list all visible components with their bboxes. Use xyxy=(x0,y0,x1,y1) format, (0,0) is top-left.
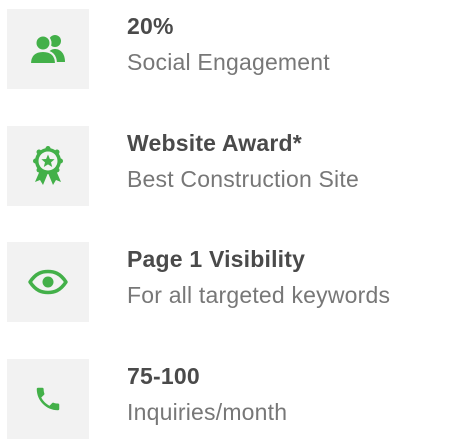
users-icon xyxy=(28,34,65,65)
stat-icon-box xyxy=(7,126,89,206)
stat-label: For all targeted keywords xyxy=(127,282,391,308)
stat-text: 75-100 Inquiries/month xyxy=(127,359,457,427)
stat-item-website-award: Website Award* Best Construction Site xyxy=(0,126,458,206)
stat-item-page-visibility: Page 1 Visibility For all targeted keywo… xyxy=(0,242,458,322)
stat-value: Website Award* xyxy=(127,130,302,156)
award-ribbon-icon xyxy=(33,146,63,185)
stat-value: 20% xyxy=(127,13,174,39)
stat-text: 20% Social Engagement xyxy=(127,9,457,77)
stat-label: Best Construction Site xyxy=(127,166,359,192)
eye-icon xyxy=(28,269,68,295)
stat-item-social-engagement: 20% Social Engagement xyxy=(0,9,458,89)
phone-icon xyxy=(36,387,60,411)
stat-text: Page 1 Visibility For all targeted keywo… xyxy=(127,242,457,310)
stat-item-inquiries: 75-100 Inquiries/month xyxy=(0,359,458,439)
stat-value: Page 1 Visibility xyxy=(127,246,306,272)
stat-icon-box xyxy=(7,242,89,322)
stats-list: 20% Social Engagement Website Award* Bes… xyxy=(0,0,458,439)
stat-icon-box xyxy=(7,359,89,439)
stat-label: Social Engagement xyxy=(127,49,330,75)
stat-text: Website Award* Best Construction Site xyxy=(127,126,457,194)
stat-label: Inquiries/month xyxy=(127,399,288,425)
stat-icon-box xyxy=(7,9,89,89)
stat-value: 75-100 xyxy=(127,363,200,389)
